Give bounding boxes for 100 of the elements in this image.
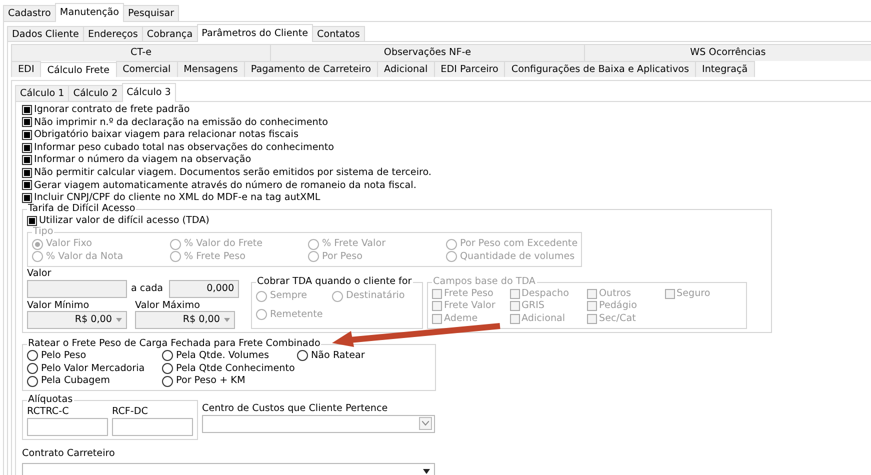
- field-value: R$ 0,00: [182, 314, 220, 326]
- caret-icon: [224, 318, 230, 322]
- radio-label: Remetente: [270, 309, 323, 321]
- tab[interactable]: Cálculo 1: [15, 85, 70, 100]
- tab[interactable]: EDI: [11, 60, 42, 77]
- radio-label: Pela Qtde Conhecimento: [176, 362, 295, 374]
- field-label: Valor Mínimo: [27, 300, 90, 312]
- tab[interactable]: Adicional: [377, 60, 435, 77]
- field-label: Centro de Custos que Cliente Pertence: [202, 403, 389, 415]
- checkbox[interactable]: [22, 142, 32, 153]
- radio-label: Destinatário: [346, 290, 405, 302]
- radio-button[interactable]: [27, 376, 38, 387]
- input-field[interactable]: [27, 418, 108, 436]
- field-label: Valor Máximo: [135, 300, 201, 312]
- checkbox-label: Seguro: [676, 288, 710, 300]
- radio-button[interactable]: [27, 363, 38, 374]
- field-label: Valor: [27, 268, 52, 280]
- checkbox[interactable]: [22, 192, 32, 203]
- dropdown[interactable]: [202, 414, 435, 433]
- tab[interactable]: Comercial: [116, 60, 178, 77]
- checkbox-label: Sec/Cat: [599, 313, 636, 325]
- tab[interactable]: Observações NF-e: [270, 44, 585, 60]
- radio-label: Não Ratear: [311, 350, 365, 362]
- tab[interactable]: Manutenção: [54, 3, 124, 22]
- radio-button[interactable]: [162, 350, 173, 362]
- group-title: Ratear o Frete Peso de Carga Fechada para Frete Combinado: [27, 339, 322, 350]
- caret-icon: [116, 318, 122, 322]
- tab[interactable]: Cálculo 2: [68, 85, 123, 100]
- group-title: Tarifa de Difícil Acesso: [27, 204, 136, 215]
- caret-icon: [419, 417, 432, 430]
- group-title: Campos base do TDA: [432, 276, 537, 288]
- checkbox-label: GRIS: [522, 300, 545, 312]
- radio-label: Pelo Peso: [41, 350, 86, 362]
- radio-label: % Frete Valor: [322, 238, 386, 250]
- caret-icon: [423, 466, 430, 475]
- checkbox-label: Frete Valor: [444, 300, 496, 312]
- checkbox-label: Adicional: [522, 313, 566, 325]
- tab[interactable]: Dados Cliente: [7, 26, 84, 41]
- radio-button[interactable]: [162, 363, 173, 374]
- radio-button[interactable]: [27, 350, 38, 362]
- tab[interactable]: Integraçã: [695, 60, 755, 77]
- radio-label: Pela Qtde. Volumes: [176, 350, 270, 362]
- checkbox-label: Ademe: [444, 313, 478, 325]
- radio-label: Quantidade de volumes: [460, 251, 575, 263]
- radio-label: Pelo Valor Mercadoria: [41, 362, 145, 374]
- checkbox[interactable]: [22, 104, 32, 115]
- tab[interactable]: Cadastro: [3, 5, 56, 20]
- tab[interactable]: Parâmetros do Cliente: [196, 24, 313, 42]
- radio-label: Por Peso: [322, 251, 363, 263]
- tab[interactable]: EDI Parceiro: [434, 60, 506, 77]
- checkbox[interactable]: [27, 216, 37, 226]
- radio-label: Por Peso com Excedente: [460, 238, 578, 250]
- checkbox[interactable]: [22, 117, 32, 128]
- radio-label: Pela Cubagem: [41, 375, 110, 387]
- tab[interactable]: Cálculo 3: [122, 83, 176, 102]
- checkbox-label: Não permitir calcular viagem. Documentos serão emitidos por sistema de terceiro.: [34, 167, 432, 179]
- radio-button[interactable]: [297, 350, 308, 362]
- group-title: Alíquotas: [27, 395, 74, 406]
- checkbox[interactable]: [22, 155, 32, 166]
- tab[interactable]: Contatos: [312, 26, 365, 41]
- checkbox[interactable]: [22, 168, 32, 178]
- currency-field[interactable]: R$ 0,00: [27, 311, 127, 330]
- field-label: RCF-DC: [112, 406, 149, 418]
- checkbox-label: Gerar viagem automaticamente através do número de romaneio da nota fiscal.: [34, 180, 416, 192]
- group-title: Tipo: [32, 227, 54, 238]
- radio-label: Por Peso + KM: [176, 375, 246, 387]
- checkbox-label: Frete Peso: [444, 288, 494, 300]
- field-label: a cada: [131, 282, 164, 294]
- tab[interactable]: CT-e: [11, 44, 271, 60]
- currency-field[interactable]: R$ 0,00: [135, 311, 235, 330]
- radio-label: Sempre: [270, 290, 308, 302]
- checkbox[interactable]: [22, 180, 32, 190]
- checkbox-label: Informar peso cubado total nas observações do conhecimento: [34, 142, 334, 154]
- input-field[interactable]: [112, 418, 193, 436]
- tab[interactable]: Cobrança: [142, 26, 198, 41]
- tab[interactable]: WS Ocorrências: [584, 44, 871, 60]
- checkbox-label: Outros: [599, 288, 631, 300]
- checkbox-label: Não imprimir n.º da declaração na emissão do conhecimento: [34, 116, 328, 128]
- checkbox-label: Despacho: [522, 288, 569, 300]
- checkbox-label: Obrigatório baixar viagem para relacionar notas fiscais: [34, 129, 298, 141]
- checkbox-label: Pedágio: [599, 300, 637, 312]
- tab[interactable]: Endereços: [82, 26, 143, 41]
- checkbox[interactable]: [22, 130, 32, 140]
- radio-label: % Valor da Nota: [46, 251, 124, 263]
- value-field[interactable]: [27, 280, 127, 298]
- tab[interactable]: Configurações de Baixa e Aplicativos: [504, 60, 696, 77]
- checkbox-label: Ignorar contrato de frete padrão: [34, 104, 190, 116]
- tab[interactable]: Mensagens: [176, 60, 245, 77]
- field-label: RCTRC-C: [27, 406, 70, 418]
- checkbox-label: Incluir CNPJ/CPF do cliente no XML do MDF-e na tag autXML: [34, 192, 320, 204]
- checkbox-label: Informar o número da viagem na observação: [34, 154, 252, 166]
- radio-label: % Valor do Frete: [184, 238, 263, 250]
- tab[interactable]: Pagamento de Carreteiro: [244, 60, 378, 77]
- value-field[interactable]: 0,000: [169, 280, 240, 298]
- radio-label: % Frete Peso: [184, 251, 246, 263]
- field-label: Contrato Carreteiro: [22, 448, 116, 459]
- field-value: R$ 0,00: [74, 314, 112, 326]
- group-title: Cobrar TDA quando o cliente for: [256, 277, 413, 288]
- tab[interactable]: Pesquisar: [123, 5, 180, 20]
- radio-button[interactable]: [162, 376, 173, 387]
